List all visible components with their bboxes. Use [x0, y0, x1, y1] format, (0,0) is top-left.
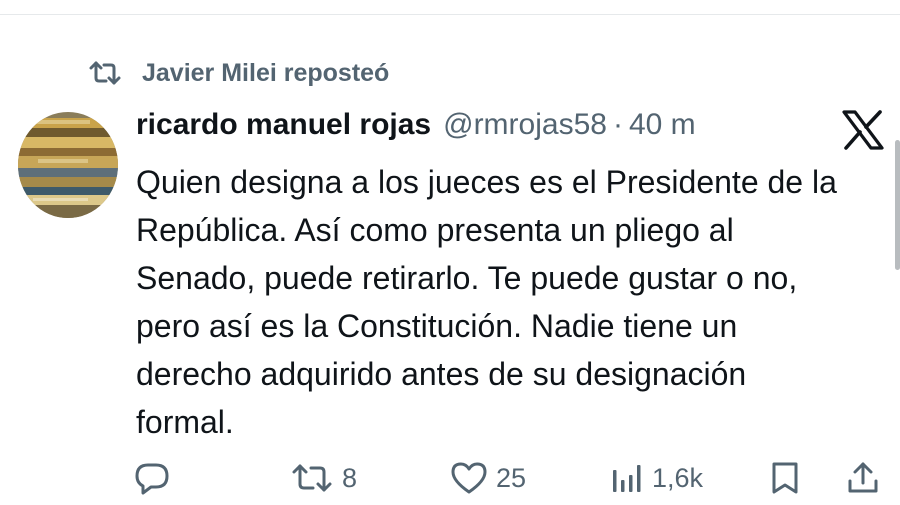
repost-text: Javier Milei reposteó — [142, 58, 390, 87]
timestamp[interactable]: 40 m — [629, 108, 696, 142]
like-count: 25 — [496, 462, 527, 493]
views-icon — [610, 462, 644, 494]
tweet-text-line: pero así es la Constitución. Nadie tiene… — [136, 308, 738, 344]
tweet-text-line: República. Así como presenta un pliego a… — [136, 212, 734, 248]
tweet-text-line: formal. — [136, 404, 234, 440]
share-button[interactable] — [846, 458, 880, 498]
author-handle[interactable]: @rmrojas58 — [443, 108, 607, 142]
bookmark-icon — [770, 461, 800, 495]
views-count: 1,6k — [652, 462, 704, 493]
bookmark-button[interactable] — [770, 458, 800, 498]
reply-icon — [134, 461, 170, 495]
tweet-text-line: Quien designa a los jueces es el Preside… — [136, 164, 837, 200]
like-button[interactable]: 25 — [450, 458, 526, 498]
separator-dot: · — [612, 108, 623, 141]
author-name[interactable]: ricardo manuel rojas — [136, 108, 431, 142]
tweet-text-line: derecho adquirido antes de su designació… — [136, 356, 747, 392]
retweet-count: 8 — [342, 462, 358, 493]
avatar[interactable] — [18, 112, 118, 218]
x-logo-icon[interactable] — [842, 110, 884, 150]
tweet-text-line: Senado, puede retirarlo. Te puede gustar… — [136, 260, 798, 296]
tweet-header: ricardo manuel rojas @rmrojas58 · 40 m — [136, 108, 696, 142]
retweet-icon — [290, 462, 334, 494]
repost-attribution[interactable]: Javier Milei reposteó — [88, 58, 389, 88]
views-button[interactable]: 1,6k — [610, 458, 703, 498]
top-divider — [0, 14, 900, 15]
share-icon — [846, 461, 880, 495]
retweet-button[interactable]: 8 — [290, 458, 357, 498]
heart-icon — [450, 461, 488, 495]
reply-button[interactable] — [134, 458, 170, 498]
tweet-text: Quien designa a los jueces es el Preside… — [136, 158, 876, 446]
retweet-icon — [88, 58, 124, 88]
scrollbar[interactable] — [895, 140, 900, 270]
